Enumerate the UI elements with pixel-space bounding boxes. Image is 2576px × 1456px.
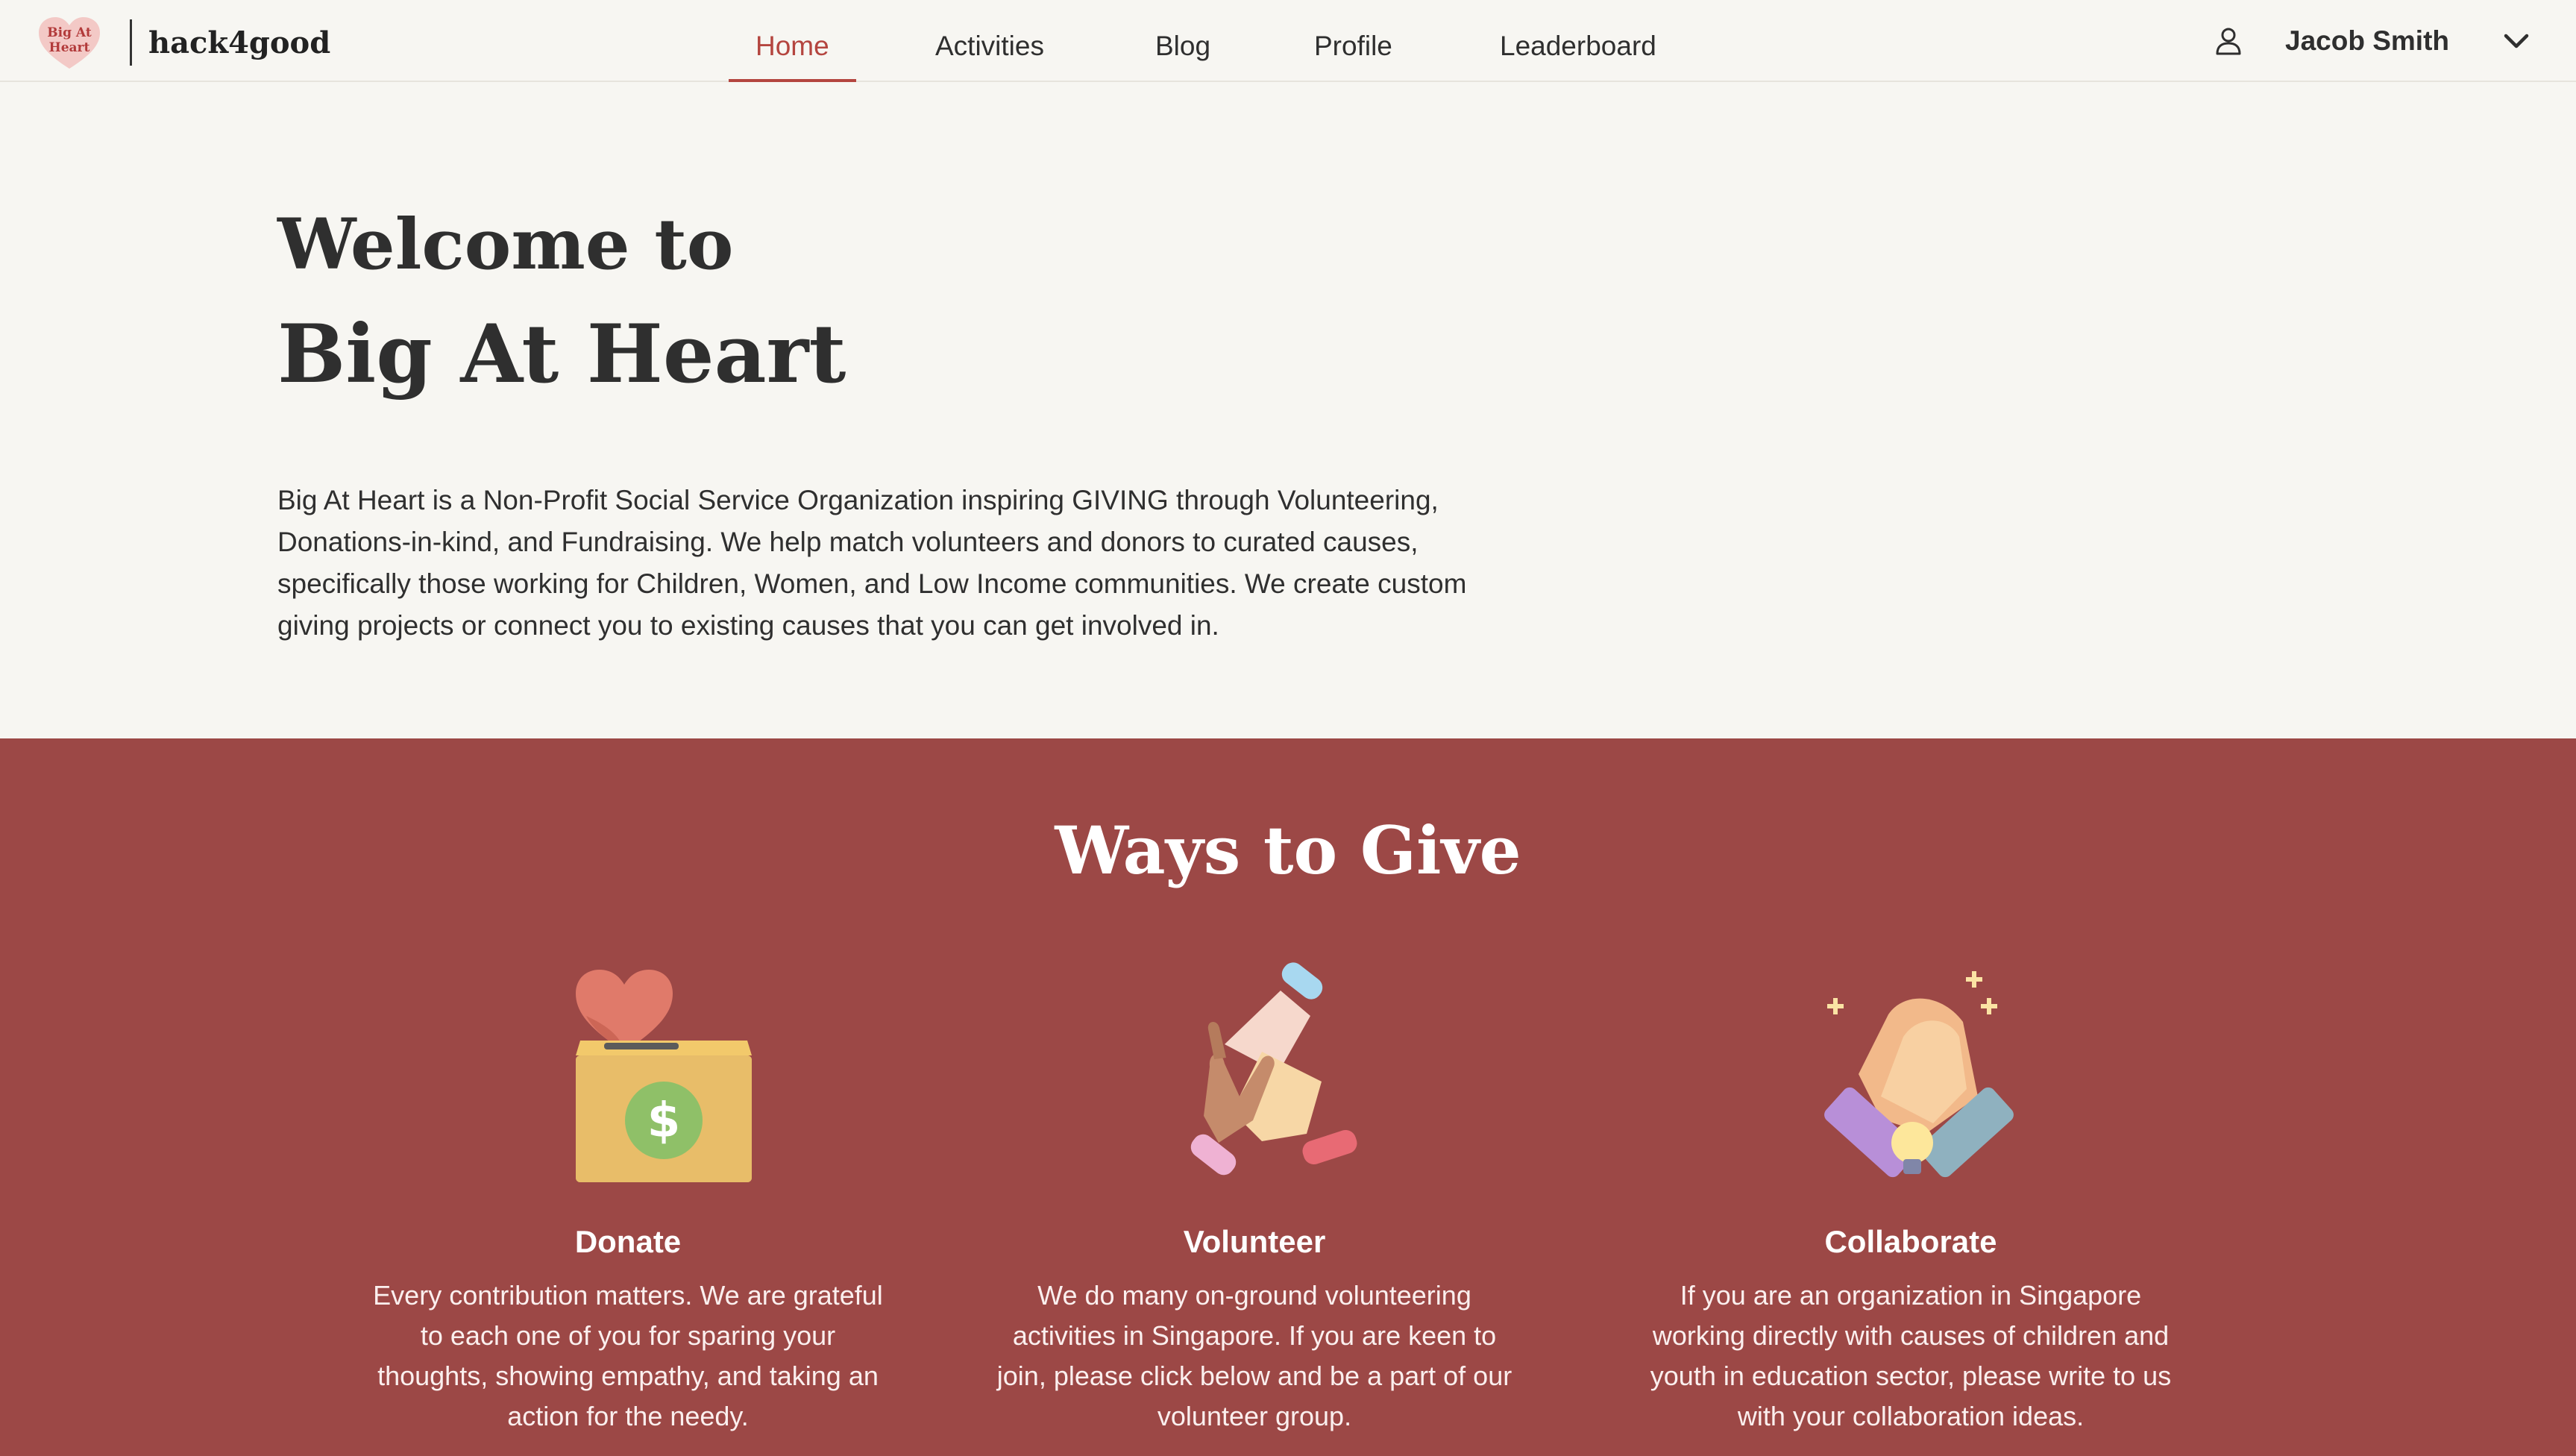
welcome-heading: Welcome to [277, 204, 734, 286]
logo-text-line2: Heart [48, 40, 90, 55]
card-donate-description: Every contribution matters. We are grate… [373, 1280, 883, 1431]
logo-text-line1: Big At [47, 25, 92, 40]
card-collaborate-title: Collaborate [1824, 1224, 1997, 1259]
stacked-hands-icon [1190, 962, 1357, 1176]
brand-name[interactable]: hack4good [148, 25, 330, 60]
user-icon[interactable] [2214, 26, 2243, 56]
brand-divider [130, 19, 132, 66]
card-donate-title: Donate [574, 1224, 682, 1259]
chevron-down-icon[interactable] [2501, 26, 2531, 56]
card-volunteer-title: Volunteer [1183, 1224, 1326, 1259]
nav-activities[interactable]: Activities [935, 0, 1044, 82]
user-name[interactable]: Jacob Smith [2285, 25, 2449, 57]
donation-box-icon: $ [576, 970, 752, 1182]
top-navbar: Big At Heart hack4good Home Activities B… [0, 0, 2576, 82]
nav-leaderboard[interactable]: Leaderboard [1500, 0, 1656, 82]
intro-paragraph: Big At Heart is a Non-Profit Social Serv… [277, 485, 1467, 641]
logo-heart-icon[interactable]: Big At Heart [36, 15, 103, 70]
ways-to-give-title: Ways to Give [1055, 812, 1521, 889]
ways-to-give-section: Ways to Give $ Donate Every contribution… [0, 738, 2576, 1456]
nav-blog[interactable]: Blog [1155, 0, 1210, 82]
svg-text:$: $ [647, 1093, 681, 1149]
card-collaborate[interactable]: Collaborate If you are an organization i… [1627, 947, 2194, 1437]
user-menu[interactable]: Jacob Smith [2214, 0, 2531, 82]
nav-home[interactable]: Home [729, 0, 856, 82]
card-volunteer-description: We do many on-ground volunteering activi… [996, 1280, 1512, 1431]
brand[interactable]: Big At Heart hack4good [36, 15, 330, 70]
handshake-icon [1824, 971, 2014, 1178]
card-volunteer[interactable]: Volunteer We do many on-ground volunteer… [971, 947, 1538, 1437]
org-name-heading: Big At Heart [277, 307, 846, 401]
card-collaborate-description: If you are an organization in Singapore … [1650, 1280, 2172, 1431]
card-donate[interactable]: $ Donate Every contribution matters. We … [345, 947, 911, 1437]
nav-profile[interactable]: Profile [1314, 0, 1392, 82]
